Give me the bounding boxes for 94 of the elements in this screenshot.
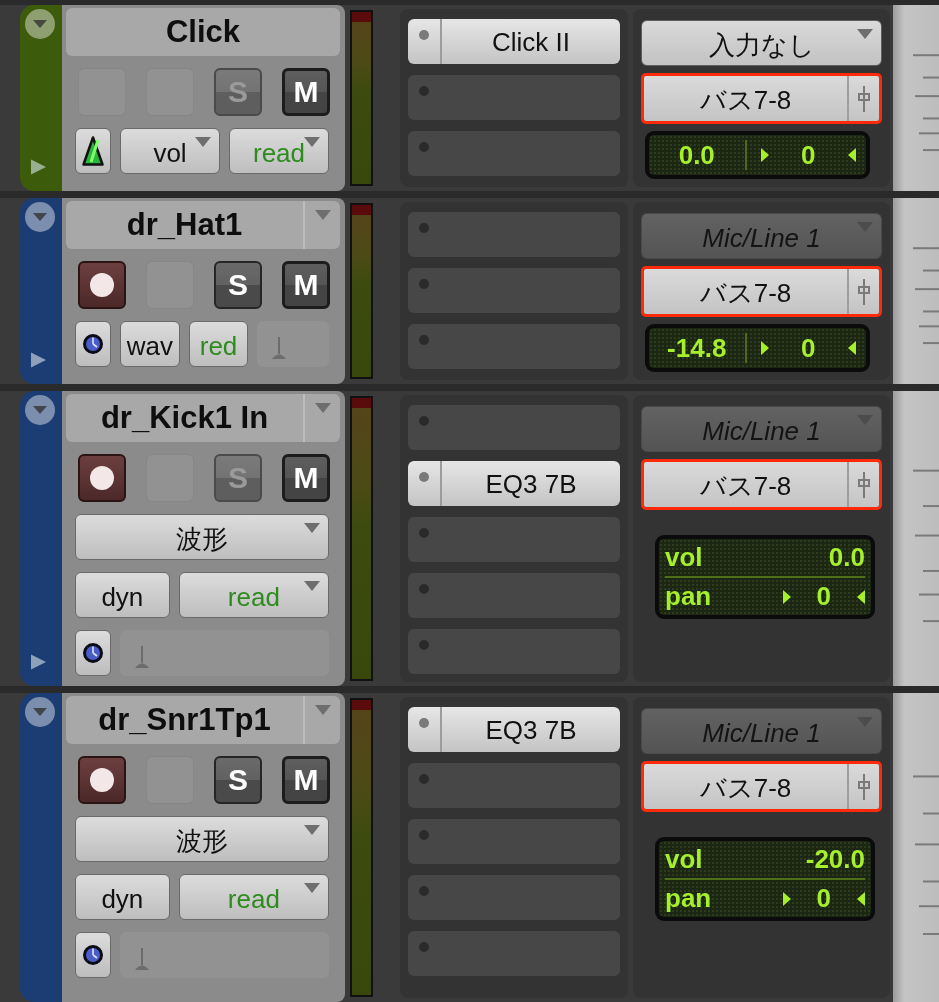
clock-icon xyxy=(83,334,103,354)
mute-button[interactable]: M xyxy=(282,68,330,116)
mode-button[interactable]: wav xyxy=(120,321,180,367)
dot-icon xyxy=(419,30,429,40)
fader-icon xyxy=(858,471,870,498)
caret-icon xyxy=(314,403,331,413)
timebase-button[interactable] xyxy=(75,321,111,367)
dot-icon xyxy=(419,528,429,538)
volume-label: vol xyxy=(665,844,703,875)
solo-button[interactable]: S xyxy=(214,261,262,309)
caret-icon xyxy=(304,883,320,893)
timebase-button[interactable] xyxy=(75,630,111,676)
dot-icon xyxy=(419,472,429,482)
caret-icon xyxy=(304,523,320,533)
dot-icon xyxy=(419,886,429,896)
volume-value[interactable]: -20.0 xyxy=(805,844,865,875)
caret-icon xyxy=(304,581,320,591)
pan-marker-icon xyxy=(848,341,856,355)
track-name[interactable]: dr_Kick1 In xyxy=(66,400,303,436)
pan-value[interactable]: 0 xyxy=(801,332,816,364)
volume-value[interactable]: 0.0 xyxy=(828,542,865,573)
output-selector[interactable]: バス7-8 xyxy=(644,462,879,507)
track-name[interactable]: dr_Snr1Tp1 xyxy=(66,702,303,738)
pan-marker-icon xyxy=(848,148,856,162)
record-button[interactable] xyxy=(78,261,126,309)
mode-button[interactable]: dyn xyxy=(75,572,170,618)
pan-marker-icon xyxy=(857,589,865,604)
output-selector[interactable]: バス7-8 xyxy=(644,764,879,809)
insert-slot[interactable]: Click II xyxy=(408,19,620,64)
track-name[interactable]: dr_Hat1 xyxy=(66,207,303,243)
clock-icon xyxy=(83,643,103,663)
dot-icon xyxy=(419,279,429,289)
output-selector[interactable]: バス7-8 xyxy=(644,269,879,314)
dot-icon xyxy=(419,335,429,345)
insert-slot[interactable]: EQ3 7B xyxy=(408,461,620,506)
dot-icon xyxy=(419,718,429,728)
output-selector[interactable]: バス7-8 xyxy=(644,76,879,121)
timebase-button[interactable] xyxy=(75,932,111,978)
caret-icon xyxy=(314,705,331,715)
mute-button[interactable]: M xyxy=(282,261,330,309)
dot-icon xyxy=(419,416,429,426)
dot-icon xyxy=(419,640,429,650)
input-selector[interactable]: 入力なし xyxy=(641,20,882,66)
right-triangle-icon[interactable] xyxy=(30,159,46,175)
caret-icon xyxy=(304,137,320,147)
dot-icon xyxy=(419,830,429,840)
fader-icon xyxy=(858,773,870,800)
volume-value[interactable]: -14.8 xyxy=(649,332,745,364)
pan-value[interactable]: 0 xyxy=(816,581,831,612)
fader-icon xyxy=(858,85,870,112)
dot-icon xyxy=(419,774,429,784)
mode-button[interactable]: dyn xyxy=(75,874,170,920)
stand-icon xyxy=(271,337,288,359)
caret-icon xyxy=(314,210,331,220)
right-triangle-icon[interactable] xyxy=(30,352,46,368)
stand-icon xyxy=(134,948,150,970)
metronome-button[interactable] xyxy=(75,128,111,174)
stand-icon xyxy=(134,646,150,668)
insert-slot[interactable]: EQ3 7B xyxy=(408,707,620,752)
record-icon xyxy=(90,768,114,792)
pan-value[interactable]: 0 xyxy=(816,883,831,914)
dot-icon xyxy=(419,223,429,233)
mute-button[interactable]: M xyxy=(282,756,330,804)
caret-icon xyxy=(857,29,873,39)
solo-button[interactable]: S xyxy=(214,756,262,804)
dot-icon xyxy=(419,584,429,594)
record-icon xyxy=(90,273,114,297)
dot-icon xyxy=(419,142,429,152)
pan-label: pan xyxy=(665,883,712,914)
dropdown-menu[interactable]: 波形 xyxy=(75,514,329,560)
record-icon xyxy=(90,466,114,490)
track-name[interactable]: Click xyxy=(66,14,340,50)
clock-icon xyxy=(83,945,103,965)
dot-icon xyxy=(419,942,429,952)
pan-marker-icon xyxy=(760,148,769,162)
dropdown-menu[interactable]: vol xyxy=(120,128,220,174)
record-button[interactable] xyxy=(78,756,126,804)
caret-icon xyxy=(304,825,320,835)
metronome-icon xyxy=(82,136,104,166)
fader-icon xyxy=(858,278,870,305)
record-button[interactable] xyxy=(78,454,126,502)
dropdown-menu[interactable]: 波形 xyxy=(75,816,329,862)
pan-marker-icon xyxy=(857,891,865,906)
pan-marker-icon xyxy=(782,589,791,604)
volume-value[interactable]: 0.0 xyxy=(649,139,745,171)
pan-marker-icon xyxy=(782,891,791,906)
dot-icon xyxy=(419,86,429,96)
pan-marker-icon xyxy=(760,341,769,355)
pan-value[interactable]: 0 xyxy=(801,139,816,171)
caret-icon xyxy=(195,137,211,147)
pan-label: pan xyxy=(665,581,712,612)
right-triangle-icon[interactable] xyxy=(30,654,46,670)
volume-label: vol xyxy=(665,542,703,573)
mute-button[interactable]: M xyxy=(282,454,330,502)
